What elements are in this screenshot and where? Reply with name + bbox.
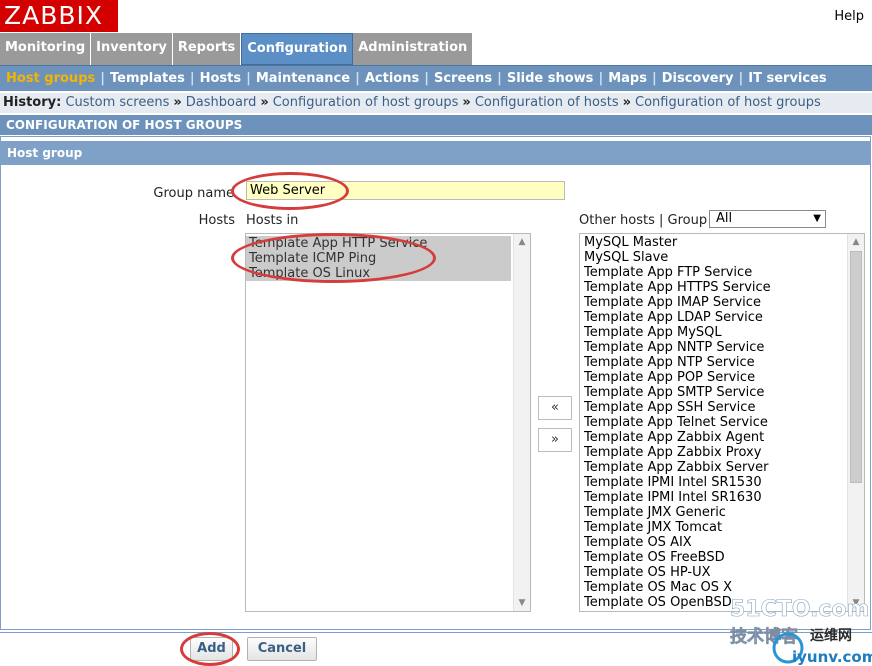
list-item[interactable]: Template OS HP-UX bbox=[581, 565, 864, 580]
list-item[interactable]: Template JMX Tomcat bbox=[581, 520, 864, 535]
sub-menu-maintenance[interactable]: Maintenance bbox=[251, 71, 355, 86]
scroll-down-icon[interactable]: ▼ bbox=[514, 595, 530, 611]
cancel-button[interactable]: Cancel bbox=[247, 637, 317, 661]
dropdown-arrow-icon: ▼ bbox=[813, 213, 821, 224]
hosts-in-label: Hosts in bbox=[246, 213, 299, 228]
main-menu-monitoring[interactable]: Monitoring bbox=[0, 33, 92, 65]
hosts-in-items: Template App HTTP Service Template ICMP … bbox=[246, 234, 530, 281]
hosts-in-listbox[interactable]: Template App HTTP Service Template ICMP … bbox=[245, 233, 531, 612]
breadcrumb-separator: » bbox=[622, 95, 632, 110]
sub-menu-hosts[interactable]: Hosts bbox=[195, 71, 247, 86]
main-menu-administration[interactable]: Administration bbox=[353, 33, 474, 65]
list-item[interactable]: Template App SSH Service bbox=[581, 400, 864, 415]
list-item[interactable]: Template App IMAP Service bbox=[581, 295, 864, 310]
hosts-in-scrollbar[interactable]: ▲ ▼ bbox=[513, 234, 530, 611]
group-filter-value: All bbox=[716, 211, 733, 226]
list-item[interactable]: Template App HTTP Service bbox=[246, 236, 511, 251]
list-item[interactable]: Template JMX Generic bbox=[581, 505, 864, 520]
list-item[interactable]: Template App MySQL bbox=[581, 325, 864, 340]
breadcrumb-separator: » bbox=[260, 95, 269, 110]
history-link[interactable]: Configuration of host groups bbox=[273, 95, 459, 110]
form-header: Host group bbox=[1, 141, 871, 165]
list-item[interactable]: Template OS AIX bbox=[581, 535, 864, 550]
breadcrumb-separator: » bbox=[173, 95, 182, 110]
group-name-label: Group name bbox=[153, 186, 234, 201]
list-item[interactable]: Template App Telnet Service bbox=[581, 415, 864, 430]
list-item[interactable]: Template App HTTPS Service bbox=[581, 280, 864, 295]
list-item[interactable]: Template IPMI Intel SR1530 bbox=[581, 475, 864, 490]
breadcrumb-separator: » bbox=[462, 95, 471, 110]
sub-menu-screens[interactable]: Screens bbox=[429, 71, 497, 86]
scroll-thumb[interactable] bbox=[850, 251, 862, 483]
move-right-button[interactable]: » bbox=[538, 428, 572, 452]
page-title: CONFIGURATION OF HOST GROUPS bbox=[0, 115, 872, 135]
main-menu-inventory[interactable]: Inventory bbox=[91, 33, 173, 65]
list-item[interactable]: Template App SMTP Service bbox=[581, 385, 864, 400]
list-item[interactable]: Template App Zabbix Server bbox=[581, 460, 864, 475]
watermark-logo: 51CTO.com 技术博客 运维网 iyunv.com bbox=[730, 597, 872, 666]
watermark-brand: 运维网 bbox=[810, 627, 852, 644]
list-item[interactable]: Template App NTP Service bbox=[581, 355, 864, 370]
list-item[interactable]: Template App NNTP Service bbox=[581, 340, 864, 355]
history-breadcrumb: History: Custom screens» Dashboard» Config… bbox=[0, 93, 872, 113]
hosts-label: Hosts bbox=[198, 213, 235, 228]
other-hosts-label: Other hosts | Group bbox=[579, 213, 708, 228]
list-item[interactable]: Template App FTP Service bbox=[581, 265, 864, 280]
list-item[interactable]: Template App LDAP Service bbox=[581, 310, 864, 325]
other-hosts-scrollbar[interactable]: ▲ ▼ bbox=[847, 234, 864, 611]
help-link[interactable]: Help bbox=[834, 9, 864, 24]
history-label: History: bbox=[3, 95, 62, 110]
history-link[interactable]: Dashboard bbox=[186, 95, 257, 110]
sub-menu: Host groups | Templates | Hosts | Maintenan… bbox=[0, 65, 872, 91]
zabbix-logo[interactable]: ZABBIX bbox=[0, 0, 118, 32]
watermark-url: iyunv.com bbox=[792, 648, 872, 666]
other-hosts-items: MySQL Master MySQL Slave Template App FT… bbox=[580, 234, 864, 610]
sub-menu-host-groups[interactable]: Host groups bbox=[1, 71, 100, 86]
list-item[interactable]: Template App POP Service bbox=[581, 370, 864, 385]
list-item[interactable]: Template IPMI Intel SR1630 bbox=[581, 490, 864, 505]
watermark-tagline: 技术博客 bbox=[730, 626, 799, 647]
list-item[interactable]: Template App Zabbix Proxy bbox=[581, 445, 864, 460]
list-item[interactable]: Template OS Linux bbox=[246, 266, 511, 281]
watermark-site: 51CTO.com bbox=[730, 597, 869, 622]
history-link[interactable]: Custom screens bbox=[65, 95, 169, 110]
scroll-up-icon[interactable]: ▲ bbox=[848, 234, 864, 250]
other-hosts-listbox[interactable]: MySQL Master MySQL Slave Template App FT… bbox=[579, 233, 865, 612]
sub-menu-discovery[interactable]: Discovery bbox=[657, 71, 739, 86]
sub-menu-slide-shows[interactable]: Slide shows bbox=[502, 71, 599, 86]
main-menu: Monitoring Inventory Reports Configurati… bbox=[0, 33, 474, 65]
sub-menu-actions[interactable]: Actions bbox=[360, 71, 424, 86]
list-item[interactable]: MySQL Master bbox=[581, 235, 864, 250]
group-name-input[interactable] bbox=[246, 181, 565, 200]
list-item[interactable]: MySQL Slave bbox=[581, 250, 864, 265]
list-item[interactable]: Template ICMP Ping bbox=[246, 251, 511, 266]
sub-menu-it-services[interactable]: IT services bbox=[743, 71, 831, 86]
main-menu-reports[interactable]: Reports bbox=[172, 33, 242, 65]
history-link[interactable]: Configuration of host groups bbox=[635, 95, 821, 110]
scroll-up-icon[interactable]: ▲ bbox=[514, 234, 530, 250]
add-button[interactable]: Add bbox=[190, 637, 233, 661]
sub-menu-templates[interactable]: Templates bbox=[105, 71, 190, 86]
move-left-button[interactable]: « bbox=[538, 396, 572, 420]
list-item[interactable]: Template App Zabbix Agent bbox=[581, 430, 864, 445]
list-item[interactable]: Template OS FreeBSD bbox=[581, 550, 864, 565]
group-filter-select[interactable]: All ▼ bbox=[709, 210, 826, 228]
sub-menu-maps[interactable]: Maps bbox=[603, 71, 652, 86]
main-menu-configuration[interactable]: Configuration bbox=[241, 33, 354, 65]
history-link[interactable]: Configuration of hosts bbox=[475, 95, 619, 110]
